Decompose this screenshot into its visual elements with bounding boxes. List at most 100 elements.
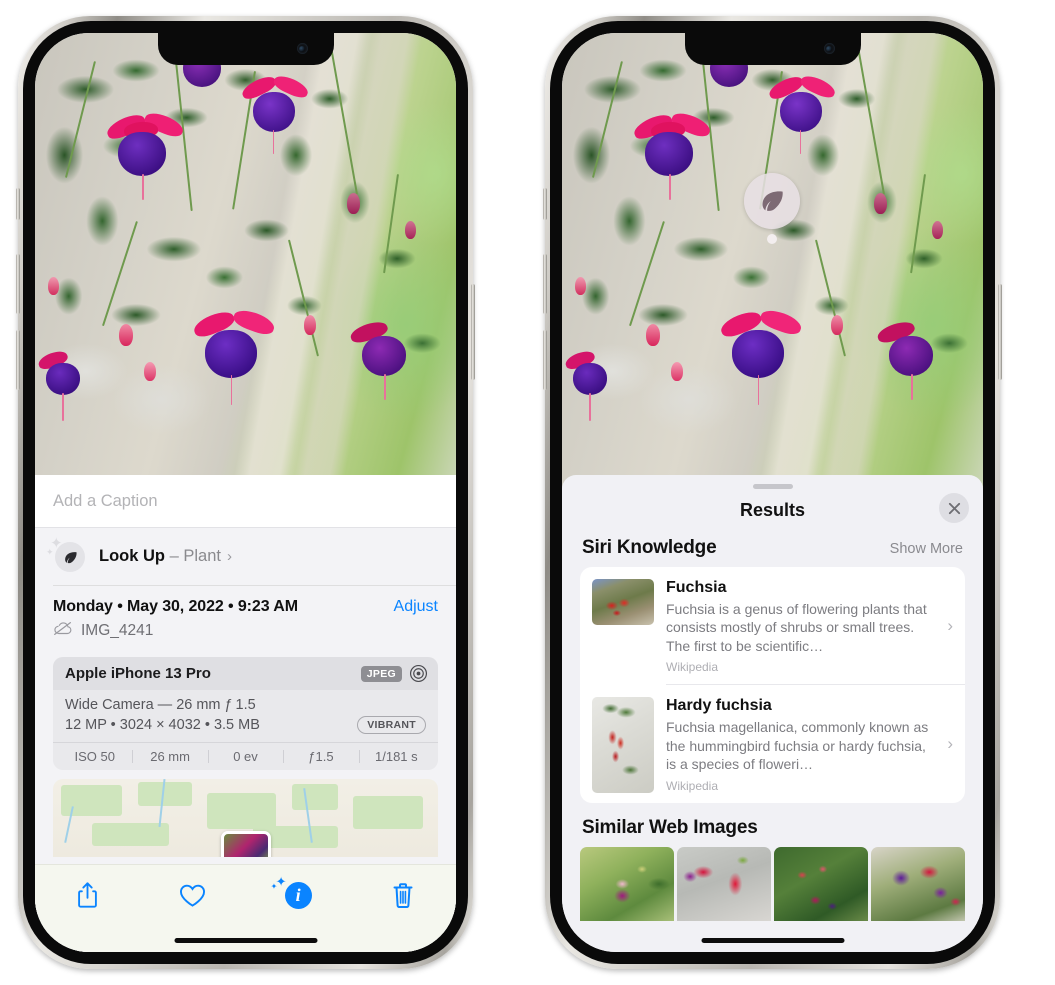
caption-field[interactable]: Add a Caption: [35, 475, 456, 527]
siri-knowledge-title: Siri Knowledge: [582, 537, 717, 558]
screen-left: Add a Caption ✦ ✦ Look Up – Plant › Mond…: [35, 33, 456, 952]
shutter-value: 1/181 s: [358, 749, 434, 764]
chevron-right-icon: ›: [947, 615, 953, 635]
look-up-label: Look Up – Plant: [99, 547, 221, 566]
photographic-style-badge: VIBRANT: [357, 716, 426, 734]
lens-info: Wide Camera — 26 mm ƒ 1.5: [65, 697, 256, 713]
screenshot-canvas: Add a Caption ✦ ✦ Look Up – Plant › Mond…: [0, 0, 1055, 985]
photo-stems: [562, 33, 983, 503]
look-up-title: Look Up: [99, 546, 165, 565]
flower-bud: [119, 324, 134, 347]
flower-bud: [574, 277, 586, 296]
look-up-row[interactable]: ✦ ✦ Look Up – Plant ›: [35, 528, 456, 585]
photo-filename: IMG_4241: [81, 622, 154, 639]
similar-web-images-header: Similar Web Images: [562, 803, 983, 847]
exposure-stats-row: ISO 50 26 mm 0 ev ƒ1.5 1/181 s: [53, 742, 438, 770]
favorite-button[interactable]: [170, 875, 216, 915]
results-header: Results: [562, 489, 983, 531]
sparkle-info-icon: ✦ ✦ i: [271, 875, 312, 909]
photo-info-sheet: Add a Caption ✦ ✦ Look Up – Plant › Mond…: [35, 475, 456, 952]
share-icon: [76, 881, 99, 909]
leaf-icon: ✦ ✦: [46, 536, 85, 573]
knowledge-thumbnail: [592, 579, 654, 625]
photo-date: Monday • May 30, 2022 • 9:23 AM: [53, 598, 298, 615]
sparkle-icon: ✦: [46, 547, 54, 557]
home-indicator-left[interactable]: [174, 938, 317, 943]
display-notch-right: [684, 33, 861, 65]
chevron-right-icon: ›: [226, 547, 232, 565]
flower-bud: [346, 192, 360, 214]
visual-lookup-badge[interactable]: [744, 173, 800, 244]
volume-up-button-left[interactable]: [16, 254, 20, 314]
image-size-info: 12 MP • 3024 × 4032 • 3.5 MB: [65, 717, 260, 733]
power-button-left[interactable]: [471, 284, 475, 380]
camera-info-card[interactable]: Apple iPhone 13 Pro JPEG Wide Camera — 2…: [53, 657, 438, 770]
look-up-subject: Plant: [183, 546, 221, 565]
camera-model: Apple iPhone 13 Pro: [65, 665, 211, 682]
similar-image-3[interactable]: [774, 847, 868, 922]
display-notch-left: [157, 33, 334, 65]
ev-value: 0 ev: [207, 749, 283, 764]
volume-up-button-right[interactable]: [543, 254, 547, 314]
siri-knowledge-card: Fuchsia Fuchsia is a genus of flowering …: [580, 567, 965, 804]
siri-knowledge-header: Siri Knowledge Show More: [562, 531, 983, 567]
similar-image-1[interactable]: [580, 847, 674, 922]
aperture-value: ƒ1.5: [283, 749, 358, 764]
flower-bud: [873, 192, 887, 214]
sparkle-icon: ✦ ✦: [270, 873, 287, 891]
info-glyph: i: [284, 881, 312, 909]
knowledge-item[interactable]: Hardy fuchsia Fuchsia magellanica, commo…: [580, 685, 965, 803]
home-indicator-right[interactable]: [701, 938, 844, 943]
icloud-slash-icon: [53, 621, 73, 641]
look-up-dash: –: [165, 546, 184, 565]
iphone-left: Add a Caption ✦ ✦ Look Up – Plant › Mond…: [16, 16, 475, 969]
show-more-button[interactable]: Show More: [890, 541, 963, 557]
front-camera-icon: [296, 43, 308, 54]
trash-icon: [392, 882, 414, 909]
location-map-thumbnail[interactable]: [53, 779, 438, 857]
camera-info-header: Apple iPhone 13 Pro JPEG: [53, 657, 438, 690]
iso-value: ISO 50: [74, 749, 115, 764]
info-button[interactable]: ✦ ✦ i: [271, 875, 321, 915]
focal-value: 26 mm: [132, 749, 207, 764]
mute-switch-right[interactable]: [543, 188, 547, 220]
volume-down-button-left[interactable]: [16, 330, 20, 390]
knowledge-description: Fuchsia is a genus of flowering plants t…: [666, 600, 927, 654]
photo-meta-block: Monday • May 30, 2022 • 9:23 AM Adjust I…: [35, 586, 456, 651]
close-icon: [948, 502, 960, 514]
knowledge-title: Hardy fuchsia: [666, 697, 772, 715]
knowledge-title: Fuchsia: [666, 579, 727, 596]
similar-image-4[interactable]: [871, 847, 965, 922]
camera-info-body: Wide Camera — 26 mm ƒ 1.5 12 MP • 3024 ×…: [53, 690, 438, 742]
volume-down-button-right[interactable]: [543, 330, 547, 390]
close-button[interactable]: [939, 493, 969, 523]
delete-button[interactable]: [380, 875, 426, 915]
caption-placeholder: Add a Caption: [53, 491, 158, 510]
adjust-button[interactable]: Adjust: [394, 598, 438, 616]
similar-image-2[interactable]: [677, 847, 771, 922]
chevron-right-icon: ›: [947, 734, 953, 754]
flower-bud: [47, 277, 59, 296]
power-button-right[interactable]: [998, 284, 1002, 380]
share-button[interactable]: [65, 875, 111, 915]
photo-stems: [35, 33, 456, 503]
knowledge-item[interactable]: Fuchsia Fuchsia is a genus of flowering …: [580, 567, 965, 684]
results-title: Results: [739, 499, 806, 520]
visual-lookup-results-sheet: Results Siri Knowledge Show More Fuchsia…: [562, 475, 983, 952]
leaf-icon: [744, 173, 800, 229]
iphone-right: Results Siri Knowledge Show More Fuchsia…: [543, 16, 1002, 969]
photo-viewer-right[interactable]: [562, 33, 983, 503]
front-camera-icon: [823, 43, 835, 54]
heart-icon: [179, 883, 206, 908]
knowledge-description: Fuchsia magellanica, commonly known as t…: [666, 719, 929, 773]
knowledge-thumbnail: [592, 697, 654, 794]
format-badge: JPEG: [360, 665, 402, 682]
similar-web-images-title: Similar Web Images: [582, 817, 758, 839]
knowledge-source: Wikipedia: [666, 660, 719, 675]
similar-web-images-strip: [562, 847, 983, 922]
photo-viewer-left[interactable]: [35, 33, 456, 503]
mute-switch-left[interactable]: [16, 188, 20, 220]
knowledge-source: Wikipedia: [666, 778, 719, 793]
flower-bud: [646, 324, 661, 347]
screen-right: Results Siri Knowledge Show More Fuchsia…: [562, 33, 983, 952]
